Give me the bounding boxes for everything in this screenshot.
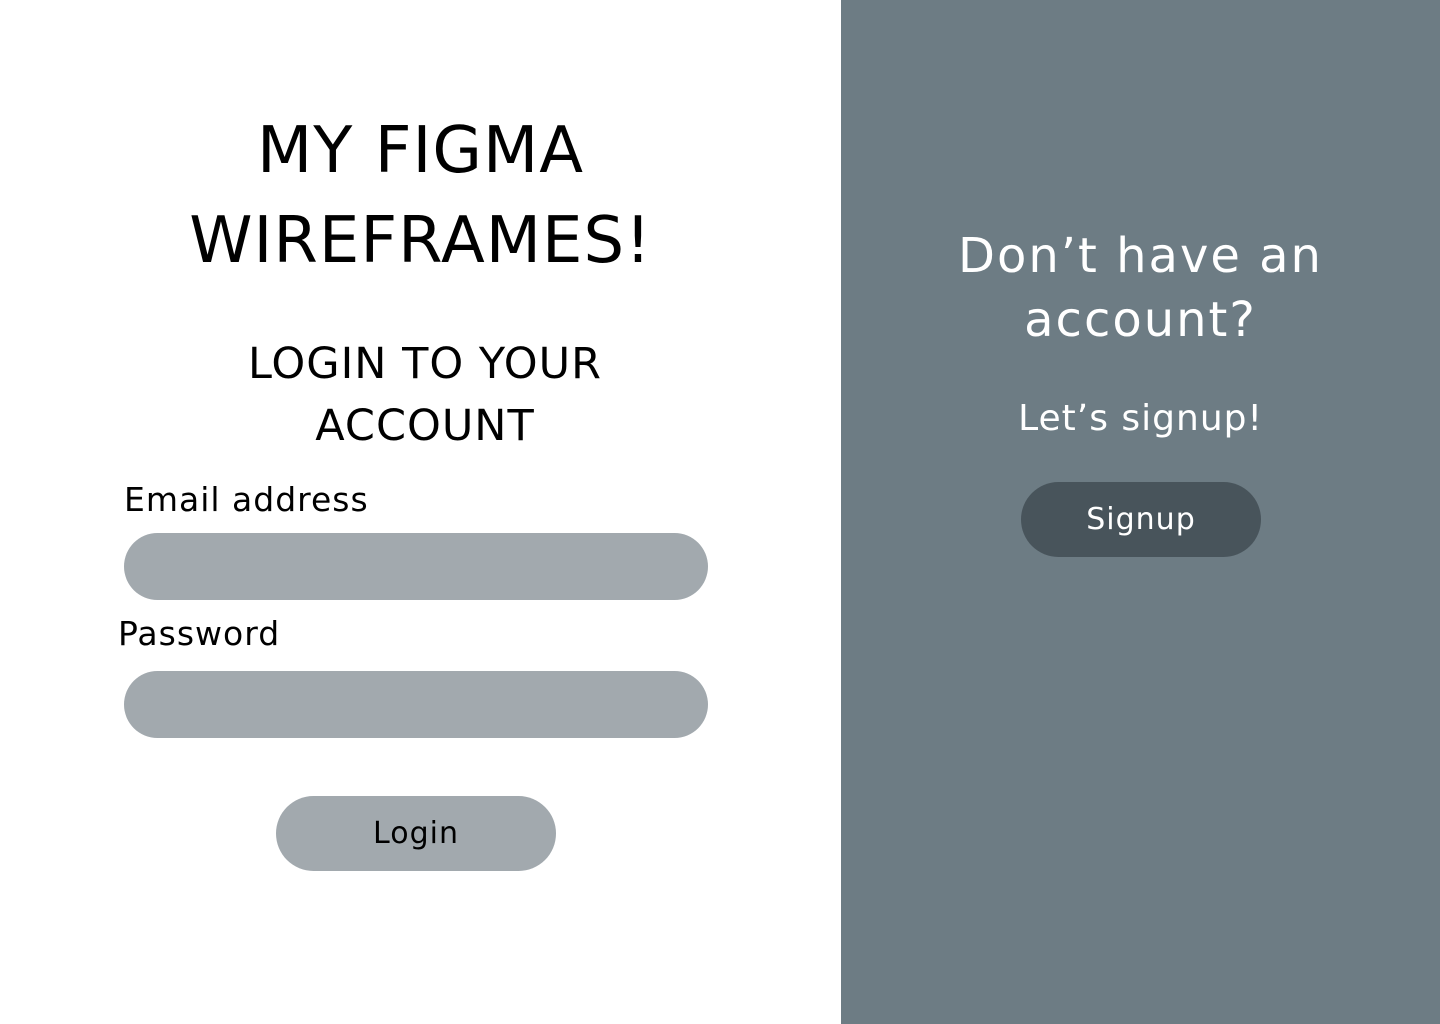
login-panel: MY FIGMA WIREFRAMES! LOGIN TO YOUR ACCOU… [0, 0, 841, 1024]
signup-heading-line-2: account? [1024, 292, 1257, 348]
signup-panel: Don’t have an account? Let’s signup! Sig… [841, 0, 1440, 1024]
login-heading-line-2: ACCOUNT [315, 401, 535, 451]
password-field[interactable] [124, 671, 708, 738]
email-label: Email address [124, 480, 369, 519]
app-title: MY FIGMA WIREFRAMES! [0, 106, 841, 286]
app-title-line-2: WIREFRAMES! [189, 204, 652, 278]
login-heading: LOGIN TO YOUR ACCOUNT [0, 333, 850, 457]
signup-heading: Don’t have an account? [841, 224, 1440, 352]
password-label: Password [118, 614, 281, 653]
login-page: MY FIGMA WIREFRAMES! LOGIN TO YOUR ACCOU… [0, 0, 1440, 1024]
login-heading-line-1: LOGIN TO YOUR [248, 339, 602, 389]
signup-subtext: Let’s signup! [1018, 398, 1263, 439]
login-button[interactable]: Login [276, 796, 556, 871]
email-field[interactable] [124, 533, 708, 600]
app-title-line-1: MY FIGMA [257, 114, 584, 188]
signup-button[interactable]: Signup [1021, 482, 1261, 557]
signup-heading-line-1: Don’t have an [958, 228, 1323, 284]
